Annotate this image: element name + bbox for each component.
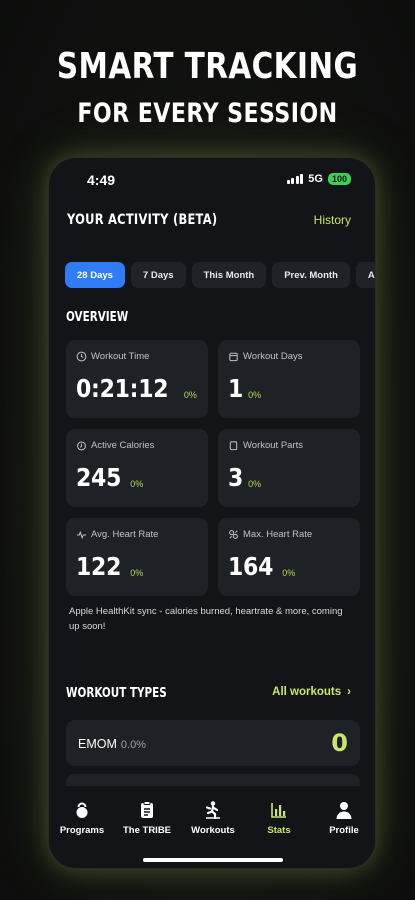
phone-screen: 4:49 5G 100 YOUR ACTIVITY (BETA) History… (48, 157, 376, 869)
stat-card-workout-parts[interactable]: Workout Parts 3 0% (218, 429, 360, 507)
stat-card-avg-heart-rate[interactable]: Avg. Heart Rate 122 0% (66, 518, 208, 596)
stat-change: 0% (248, 390, 262, 400)
stat-value: 3 (228, 463, 244, 492)
stat-value: 122 (76, 552, 122, 581)
workout-type-percent: 0.0% (120, 739, 146, 751)
all-workouts-link[interactable]: All workouts › (272, 686, 351, 698)
workout-types-title: WORKOUT TYPES (66, 686, 167, 701)
home-indicator[interactable] (143, 858, 283, 862)
stat-label: Active Calories (91, 440, 155, 451)
chip-7-days[interactable]: 7 Days (130, 262, 186, 288)
tab-stats[interactable]: Stats (247, 800, 311, 836)
stat-card-workout-days[interactable]: Workout Days 1 0% (218, 340, 360, 418)
tab-programs[interactable]: Programs (50, 800, 114, 836)
stat-card-max-heart-rate[interactable]: Max. Heart Rate 164 0% (218, 518, 360, 596)
healthkit-note: Apple HealthKit sync - calories burned, … (69, 606, 343, 632)
person-icon (336, 802, 352, 819)
stat-value: 1 (228, 374, 244, 403)
tab-workouts[interactable]: Workouts (181, 800, 245, 836)
stat-change: 0% (130, 568, 144, 578)
kettlebell-icon (76, 802, 88, 818)
overview-title: OVERVIEW (66, 310, 129, 325)
heart-rate-icon (229, 530, 238, 539)
workout-type-row[interactable]: EMOM 0.0% 0 (66, 720, 360, 766)
chip-all[interactable]: All (355, 262, 375, 288)
bar-chart-icon (271, 803, 286, 818)
range-chips: 28 Days 7 Days This Month Prev. Month Al… (65, 262, 375, 288)
pulse-icon (76, 530, 87, 540)
stat-label: Workout Time (91, 351, 150, 362)
workout-figure-icon (205, 801, 220, 820)
promo-subheadline: FOR EVERY SESSION (77, 98, 338, 129)
parts-icon (229, 441, 238, 451)
history-link[interactable]: History (314, 213, 351, 227)
workout-type-name: EMOM (78, 737, 117, 751)
stat-change: 0% (130, 479, 144, 489)
board-icon (141, 801, 153, 818)
stat-label: Avg. Heart Rate (91, 529, 159, 540)
stat-change: 0% (282, 568, 296, 578)
tab-label: Stats (267, 825, 291, 836)
network-label: 5G (308, 173, 323, 185)
stat-change: 0% (248, 479, 262, 489)
activity-header: YOUR ACTIVITY (BETA) History (67, 212, 351, 232)
stat-value: 245 (76, 463, 122, 492)
stat-change: 0% (183, 390, 197, 400)
overview-grid: Workout Time 0:21:12 0% Workout Days 1 0… (66, 340, 360, 596)
workout-type-count: 0 (331, 729, 348, 757)
tab-label: The TRIBE (122, 825, 172, 836)
tab-the-tribe[interactable]: The TRIBE (115, 800, 179, 836)
signal-icon (286, 174, 304, 184)
tab-label: Programs (59, 825, 105, 836)
promo-headline: SMART TRACKING (56, 46, 359, 87)
calendar-icon (229, 352, 238, 362)
tab-bar: Programs The TRIBE Workouts Stats Profil… (49, 786, 375, 868)
stat-card-workout-time[interactable]: Workout Time 0:21:12 0% (66, 340, 208, 418)
battery-icon: 100 (327, 173, 351, 185)
stat-card-active-calories[interactable]: Active Calories 245 0% (66, 429, 208, 507)
status-bar: 4:49 5G 100 (49, 172, 375, 190)
stat-label: Max. Heart Rate (243, 529, 313, 540)
chip-28-days[interactable]: 28 Days (65, 262, 125, 288)
tab-label: Workouts (191, 825, 235, 836)
stat-label: Workout Days (243, 351, 303, 362)
tab-label: Profile (329, 825, 359, 836)
page-title: YOUR ACTIVITY (BETA) (67, 212, 218, 228)
chevron-right-icon: › (347, 686, 351, 698)
stat-value: 0:21:12 (76, 374, 169, 403)
flame-icon (77, 441, 86, 451)
clock-icon (76, 351, 87, 362)
stat-label: Workout Parts (243, 440, 304, 451)
tab-profile[interactable]: Profile (312, 800, 375, 836)
chip-this-month[interactable]: This Month (191, 262, 267, 288)
stat-value: 164 (228, 552, 274, 581)
chip-prev-month[interactable]: Prev. Month (272, 262, 350, 288)
all-workouts-label: All workouts (272, 686, 342, 698)
status-time: 4:49 (87, 172, 116, 188)
